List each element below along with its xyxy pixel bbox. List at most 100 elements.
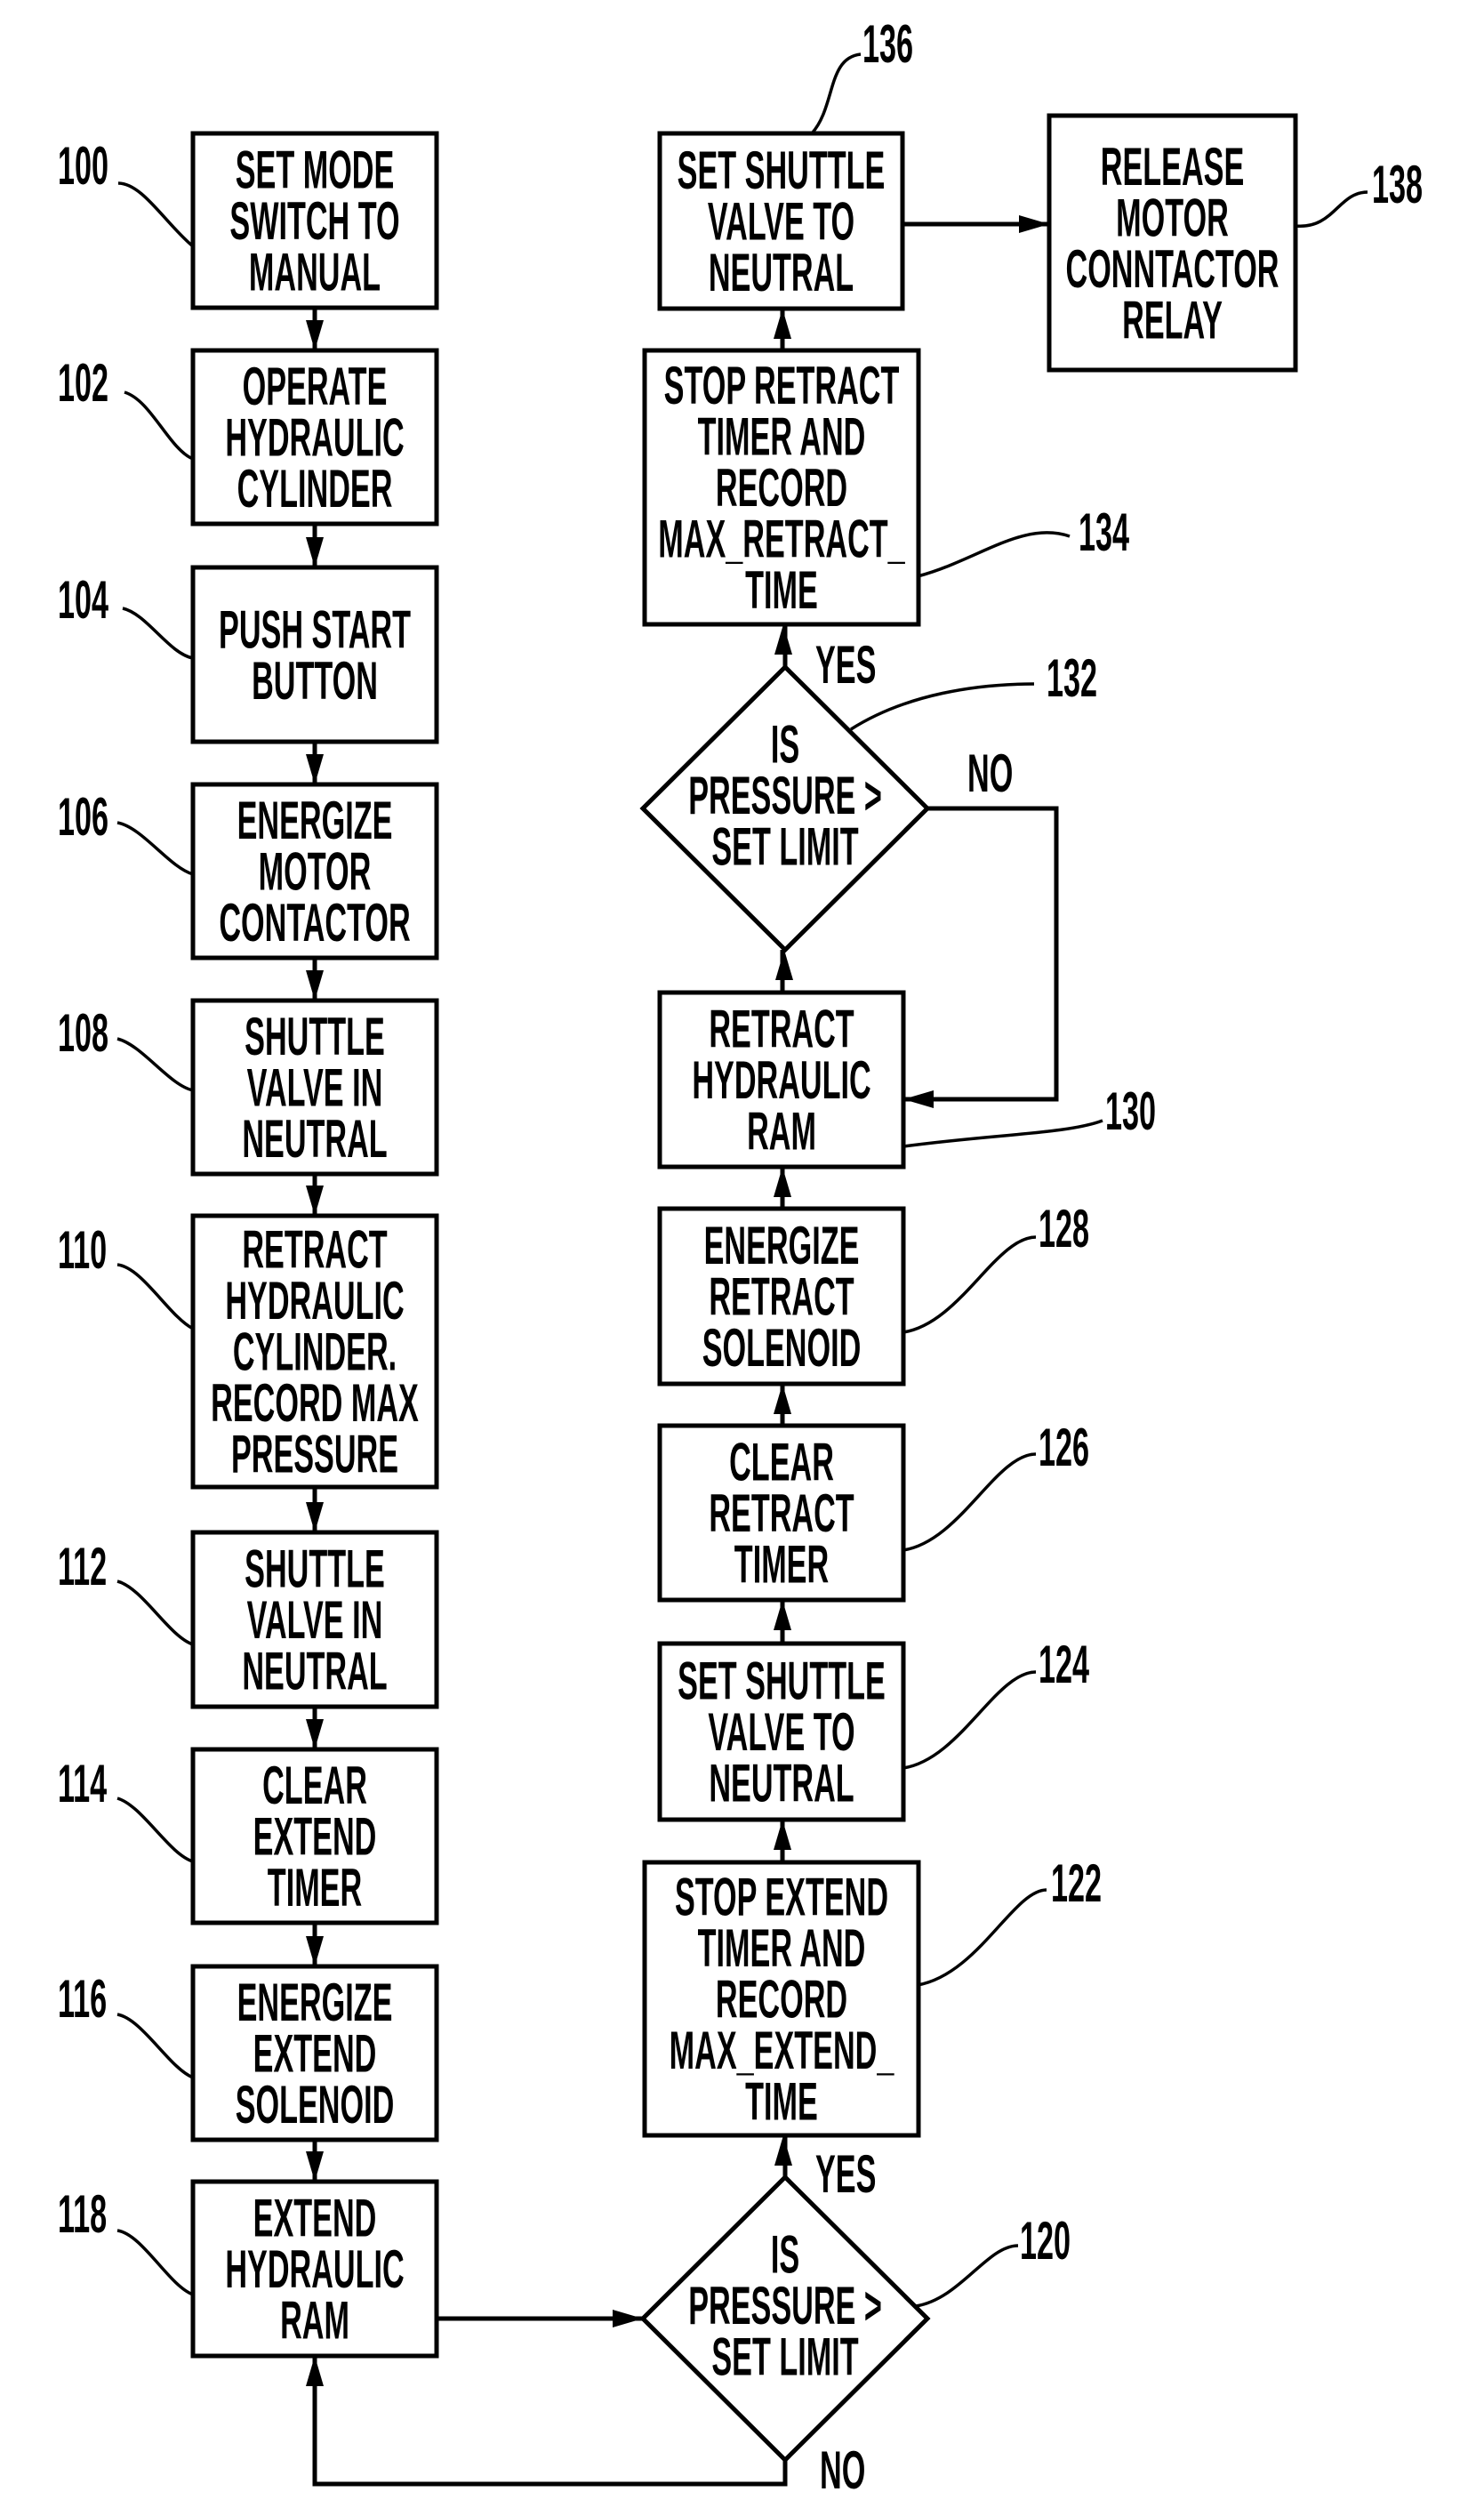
arrowhead-icon <box>306 1936 324 1966</box>
reference-numeral: 124 <box>1039 1636 1089 1694</box>
reference-numeral: 136 <box>862 15 913 74</box>
step-text-line: NEUTRAL <box>242 1110 387 1169</box>
step-110: RETRACTHYDRAULICCYLINDER.RECORD MAXPRESS… <box>190 1213 439 1490</box>
step-text-line: IS <box>771 716 799 775</box>
reference-numeral: 108 <box>58 1004 108 1063</box>
step-text-line: TIME <box>745 561 818 620</box>
leader-line <box>902 1452 1037 1552</box>
leader-line <box>117 181 195 248</box>
step-108: SHUTTLEVALVE INNEUTRAL <box>190 998 439 1177</box>
step-128: ENERGIZERETRACTSOLENOID <box>657 1206 906 1387</box>
step-text-line: SET LIMIT <box>711 818 858 877</box>
step-text-line: CONNTACTOR <box>1066 240 1279 299</box>
leader-line <box>116 1797 194 1863</box>
step-text-line: RELEASE <box>1101 138 1245 197</box>
leader-line <box>902 1119 1103 1148</box>
step-136: SET SHUTTLEVALVE TONEUTRAL <box>657 131 905 311</box>
step-text-line: STOP EXTEND <box>675 1869 888 1927</box>
reference-numeral: 132 <box>1047 649 1097 708</box>
leader-line <box>1295 190 1368 228</box>
reference-numeral: 126 <box>1039 1419 1089 1477</box>
step-text-line: SHUTTLE <box>245 1540 385 1599</box>
step-text-line: RETRACT <box>242 1221 387 1280</box>
step-text-line: MOTOR <box>1116 189 1229 247</box>
reference-numeral: 116 <box>58 1970 107 2029</box>
step-text-line: SET LIMIT <box>711 2328 858 2387</box>
step-text-line: RECORD MAX <box>211 1374 419 1433</box>
leader-line <box>122 607 194 660</box>
leader-line <box>116 2229 194 2296</box>
step-text-line: ENERGIZE <box>237 1973 393 2032</box>
step-124: SET SHUTTLEVALVE TONEUTRAL <box>657 1641 906 1822</box>
step-text-line: HYDRAULIC <box>692 1051 870 1110</box>
reference-numeral: 100 <box>58 137 108 196</box>
step-text-line: HYDRAULIC <box>225 1272 404 1330</box>
step-text-line: TIMER AND <box>698 1919 866 1978</box>
step-text-line: RELAY <box>1122 291 1223 350</box>
step-text-line: CYLINDER <box>237 460 393 518</box>
step-text-line: MAX_RETRACT_ <box>658 510 905 569</box>
step-text-line: SET MODE <box>236 141 395 200</box>
step-text-line: TIMER AND <box>698 408 866 467</box>
leader-line <box>116 1263 194 1330</box>
arrowhead-icon <box>903 1090 934 1108</box>
arrowhead-icon <box>306 1502 324 1532</box>
step-text-line: ENERGIZE <box>237 792 393 850</box>
step-text-line: EXTEND <box>253 2025 377 2084</box>
step-text-line: PRESSURE > <box>688 767 882 825</box>
step-text-line: MANUAL <box>249 244 381 302</box>
arrowhead-icon <box>306 754 324 784</box>
step-text-line: SET SHUTTLE <box>678 1652 886 1711</box>
step-text-line: RETRACT <box>709 1268 854 1327</box>
reference-numeral: 106 <box>58 788 108 847</box>
leader-line <box>915 2244 1019 2308</box>
leader-line <box>124 390 194 461</box>
step-text-line: MOTOR <box>259 843 372 902</box>
step-text-line: VALVE TO <box>708 1703 854 1762</box>
step-text-line: PRESSURE > <box>688 2277 882 2335</box>
reference-numeral: 122 <box>1051 1854 1102 1913</box>
leader-line <box>917 1888 1047 1987</box>
leader-line <box>902 1235 1037 1334</box>
arrowhead-icon <box>1019 215 1049 233</box>
step-text-line: CONTACTOR <box>219 894 410 953</box>
step-text-line: EXTEND <box>253 2190 377 2248</box>
step-text-line: VALVE IN <box>247 1059 383 1118</box>
step-text-line: SET SHUTTLE <box>678 141 886 200</box>
reference-numeral: 102 <box>58 354 108 413</box>
step-100: SET MODESWITCH TOMANUAL <box>190 131 439 310</box>
step-text-line: NEUTRAL <box>709 1755 854 1813</box>
flow-arrow-no <box>903 806 1059 1102</box>
step-text-line: TIMER <box>268 1859 362 1917</box>
reference-numeral: 120 <box>1020 2212 1071 2271</box>
step-text-line: MAX_EXTEND_ <box>670 2022 894 2080</box>
reference-numeral: 112 <box>58 1538 107 1596</box>
leader-line <box>116 1037 194 1092</box>
step-text-line: RETRACT <box>709 1001 854 1059</box>
step-text-line: EXTEND <box>253 1808 377 1867</box>
leader-line <box>116 821 194 876</box>
arrowhead-icon <box>306 320 324 350</box>
step-text-line: IS <box>771 2226 799 2285</box>
leader-line <box>810 52 862 135</box>
arrowhead-icon <box>306 1719 324 1749</box>
arrowhead-icon <box>774 2135 792 2166</box>
arrowhead-icon <box>774 309 791 339</box>
step-text-line: BUTTON <box>252 652 378 711</box>
step-text-line: SHUTTLE <box>245 1008 385 1066</box>
step-130: RETRACTHYDRAULICRAM <box>657 990 906 1170</box>
arrowhead-icon <box>306 537 324 567</box>
decision-120: ISPRESSURE >SET LIMIT <box>639 2174 931 2464</box>
branch-label-no: NO <box>820 2441 865 2500</box>
step-text-line: RECORD <box>716 1971 847 2030</box>
step-112: SHUTTLEVALVE INNEUTRAL <box>190 1530 439 1709</box>
step-text-line: CYLINDER. <box>233 1323 397 1382</box>
step-104: PUSH STARTBUTTON <box>190 565 439 744</box>
step-126: CLEARRETRACTTIMER <box>657 1423 906 1603</box>
step-106: ENERGIZEMOTORCONTACTOR <box>190 782 439 961</box>
step-text-line: VALVE TO <box>708 193 854 252</box>
step-138: RELEASEMOTORCONNTACTORRELAY <box>1047 113 1298 373</box>
step-text-line: HYDRAULIC <box>225 2240 404 2299</box>
arrowhead-icon <box>306 1186 324 1216</box>
leader-line <box>902 1670 1037 1770</box>
